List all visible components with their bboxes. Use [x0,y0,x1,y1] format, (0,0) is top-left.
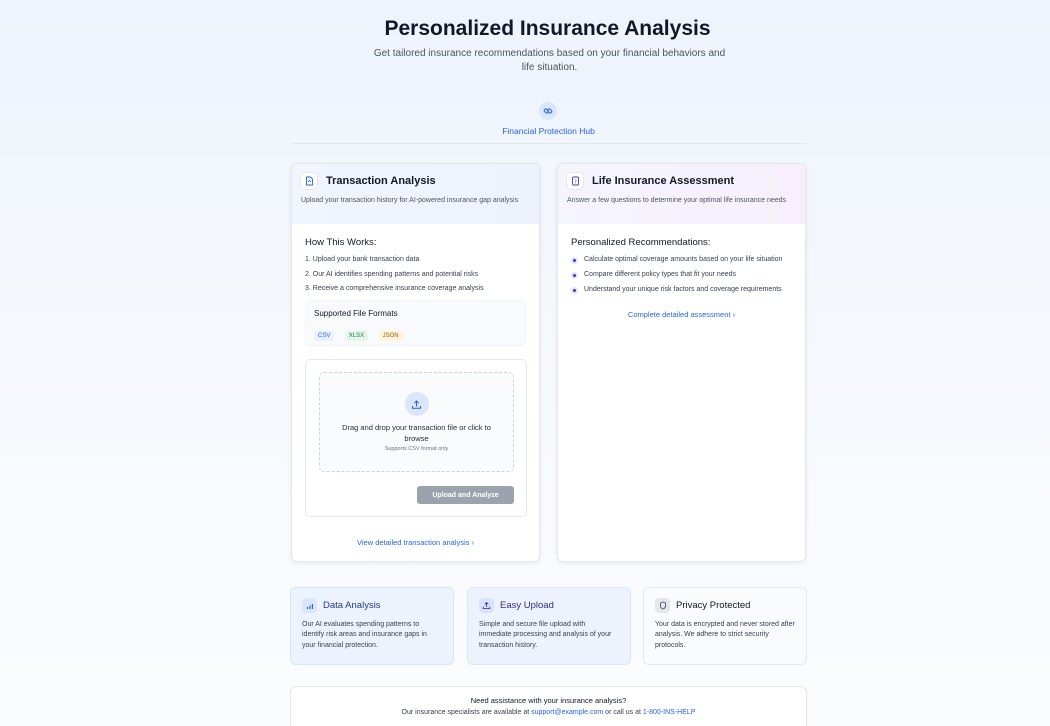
feature-title: Privacy Protected [676,600,751,611]
recommendations-title: Personalized Recommendations: [571,237,711,248]
card-title: Life Insurance Assessment [592,175,735,187]
card-header: Transaction Analysis Upload your transac… [292,164,539,224]
support-title: Need assistance with your insurance anal… [470,696,627,705]
life-insurance-card: ? Life Insurance Assessment Answer a few… [557,163,806,562]
formats-title: Supported File Formats [314,309,398,319]
card-title: Transaction Analysis [326,175,436,187]
card-description: Answer a few questions to determine your… [567,197,787,204]
recommendations-list: Calculate optimal coverage amounts based… [571,255,792,295]
format-badge-csv: CSV [314,331,335,342]
support-text: Our insurance specialists are available … [291,709,806,716]
upload-and-analyze-button[interactable]: Upload and Analyze [417,486,514,505]
feature-title: Easy Upload [500,600,554,611]
link-label: View detailed transaction analysis [356,538,470,547]
page-title: Personalized Insurance Analysis [384,17,711,40]
svg-text:?: ? [574,179,577,185]
support-text-before: Our insurance specialists are available … [401,709,530,716]
support-email-link[interactable]: support@example.com [531,709,603,716]
link-icon [539,102,557,120]
list-item: 1. Upload your bank transaction data [305,256,420,263]
tab-financial-protection-hub[interactable]: Financial Protection Hub [491,125,606,144]
clipboard-icon: ? [567,173,583,189]
format-badge-json: JSON [378,331,403,342]
feature-card-privacy-protected: Privacy Protected Your data is encrypted… [643,587,807,665]
bar-chart-icon [302,598,317,613]
support-text-middle: or call us at [605,709,641,716]
feature-title: Data Analysis [323,600,381,611]
upload-panel: Drag and drop your transaction file or c… [305,359,527,518]
feature-text: Our AI evaluates spending patterns to id… [302,621,427,649]
document-icon [301,173,317,189]
support-phone-link[interactable]: 1-800-INS-HELP [643,709,696,716]
dropzone-text: Drag and drop your transaction file or c… [342,423,491,443]
file-dropzone[interactable]: Drag and drop your transaction file or c… [319,372,514,473]
list-item: 2. Our AI identifies spending patterns a… [305,270,479,278]
feature-text: Your data is encrypted and never stored … [655,621,795,649]
shield-icon [655,598,670,613]
format-badge-xlsx: XLSX [344,331,369,342]
feature-card-easy-upload: Easy Upload Simple and secure file uploa… [467,587,631,665]
list-item-text: Compare different policy types that fit … [584,271,737,278]
card-description: Upload your transaction history for AI-p… [301,197,519,204]
how-it-works-title: How This Works: [305,237,377,248]
complete-assessment-link[interactable]: Complete detailed assessment › [571,310,792,319]
list-item: 3. Receive a comprehensive insurance cov… [305,285,484,293]
upload-icon [479,598,494,613]
list-item: Compare different policy types that fit … [571,270,792,280]
list-item-text: Calculate optimal coverage amounts based… [584,256,783,263]
list-item-text: Understand your unique risk factors and … [584,286,782,293]
chevron-right-icon: › [471,538,475,547]
feature-text: Simple and secure file upload with immed… [479,621,612,649]
supported-formats-panel: Supported File Formats CSV XLSX JSON [305,300,526,347]
dropzone-subtext: Supports CSV format only [384,446,449,453]
card-header: ? Life Insurance Assessment Answer a few… [558,164,805,224]
steps-list: 1. Upload your bank transaction data 2. … [305,255,526,294]
list-item: Understand your unique risk factors and … [571,285,792,295]
support-panel: Need assistance with your insurance anal… [290,686,807,726]
upload-icon [404,392,429,417]
transaction-analysis-card: Transaction Analysis Upload your transac… [291,163,540,562]
tab-divider [291,143,806,144]
bullet-icon [571,271,578,279]
list-item: Calculate optimal coverage amounts based… [571,255,792,265]
page-subtitle: Get tailored insurance recommendations b… [373,48,726,73]
chevron-right-icon: › [732,310,736,319]
bullet-icon [571,256,578,264]
view-transaction-analysis-link[interactable]: View detailed transaction analysis › [292,538,539,547]
bullet-icon [571,286,578,294]
feature-card-data-analysis: Data Analysis Our AI evaluates spending … [290,587,454,665]
link-label: Complete detailed assessment [627,310,731,319]
